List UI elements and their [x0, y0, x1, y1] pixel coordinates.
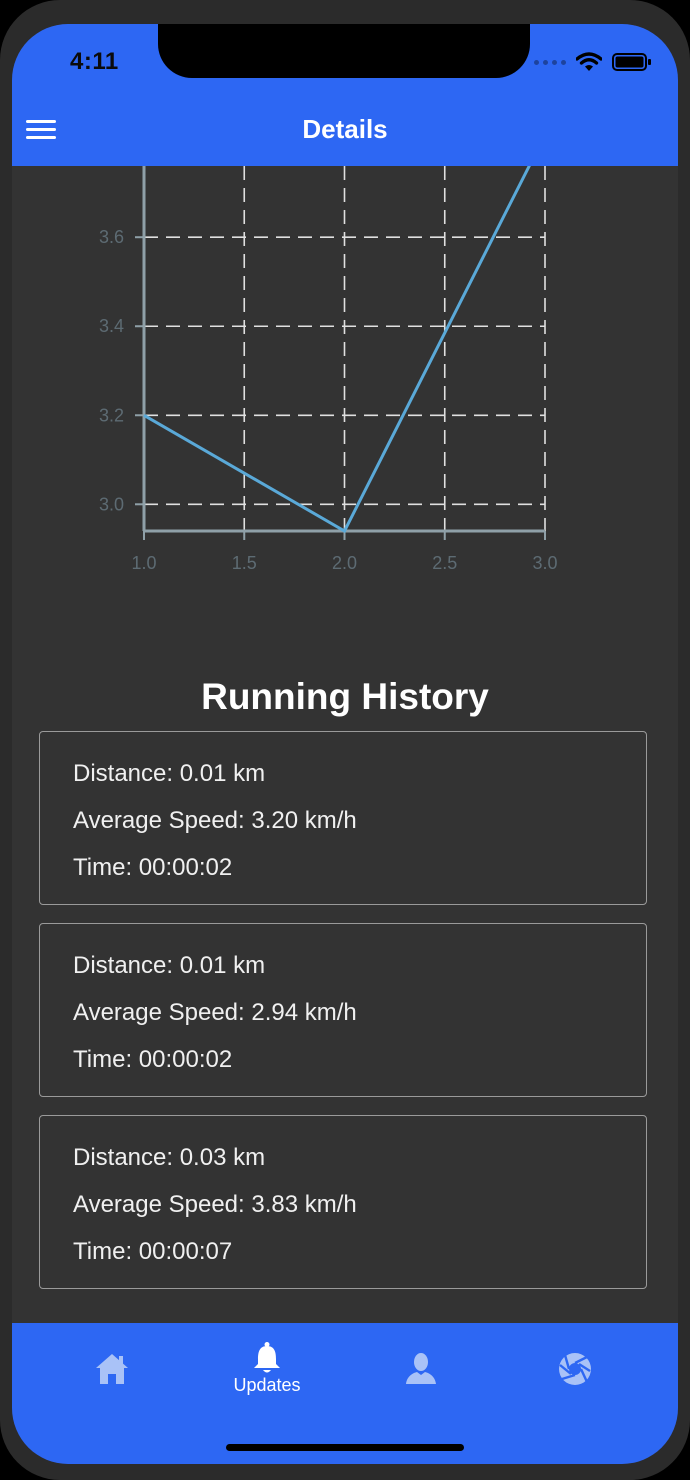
run-time: Time: 00:00:02	[73, 1046, 233, 1073]
tab-profile[interactable]	[351, 1323, 491, 1433]
chart-y-tick-label: 3.0	[99, 494, 124, 514]
run-card[interactable]: Distance: 0.01 km Average Speed: 2.94 km…	[39, 923, 647, 1097]
person-icon	[406, 1353, 436, 1384]
chart-x-tick-label: 2.5	[432, 553, 457, 573]
bell-icon	[254, 1342, 280, 1373]
battery-icon	[612, 53, 651, 71]
status-indicators	[534, 52, 652, 72]
run-average-speed: Average Speed: 3.20 km/h	[73, 807, 357, 834]
chart-y-tick-label: 3.6	[99, 227, 124, 247]
run-card[interactable]: Distance: 0.03 km Average Speed: 3.83 km…	[39, 1115, 647, 1289]
status-time: 4:11	[70, 48, 119, 75]
nav-header: 4:11 Details	[12, 24, 678, 166]
tab-updates-label: Updates	[233, 1375, 301, 1395]
run-card[interactable]: Distance: 0.01 km Average Speed: 3.20 km…	[39, 731, 647, 905]
device-frame: 4:11 Details 1.0 1.5 2.0 2.5 3.0 3.0 3.2…	[0, 0, 690, 1480]
tab-updates[interactable]: Updates	[197, 1323, 337, 1433]
aperture-icon	[559, 1353, 591, 1385]
speed-chart-svg: 1.0 1.5 2.0 2.5 3.0 3.0 3.2 3.4 3.6	[99, 166, 558, 573]
chart-x-tick-label: 1.0	[131, 553, 156, 573]
wifi-icon	[576, 52, 602, 71]
chart-x-tick-label: 3.0	[532, 553, 557, 573]
chart-y-tick-label: 3.4	[99, 316, 124, 336]
page-title: Details	[302, 114, 388, 144]
run-average-speed: Average Speed: 3.83 km/h	[73, 1191, 357, 1218]
home-icon	[96, 1354, 128, 1384]
run-distance: Distance: 0.03 km	[73, 1144, 266, 1171]
run-time: Time: 00:00:02	[73, 854, 233, 881]
tab-camera[interactable]	[505, 1323, 645, 1433]
chart-x-tick-label: 1.5	[232, 553, 257, 573]
bottom-tab-bar: Updates	[12, 1323, 678, 1464]
chart-x-tick-label: 2.0	[332, 553, 357, 573]
chart-y-tick-label: 3.2	[99, 405, 124, 425]
device-notch	[158, 24, 530, 78]
app-screen: 4:11 Details 1.0 1.5 2.0 2.5 3.0 3.0 3.2…	[12, 24, 678, 1464]
home-indicator	[226, 1444, 464, 1451]
speed-chart: 1.0 1.5 2.0 2.5 3.0 3.0 3.2 3.4 3.6	[12, 166, 678, 686]
run-time: Time: 00:00:07	[73, 1238, 233, 1265]
run-distance: Distance: 0.01 km	[73, 760, 266, 787]
run-distance: Distance: 0.01 km	[73, 952, 266, 979]
signal-icon	[534, 59, 566, 65]
history-heading: Running History	[201, 676, 489, 717]
run-average-speed: Average Speed: 2.94 km/h	[73, 999, 357, 1026]
tab-home[interactable]	[42, 1323, 182, 1433]
